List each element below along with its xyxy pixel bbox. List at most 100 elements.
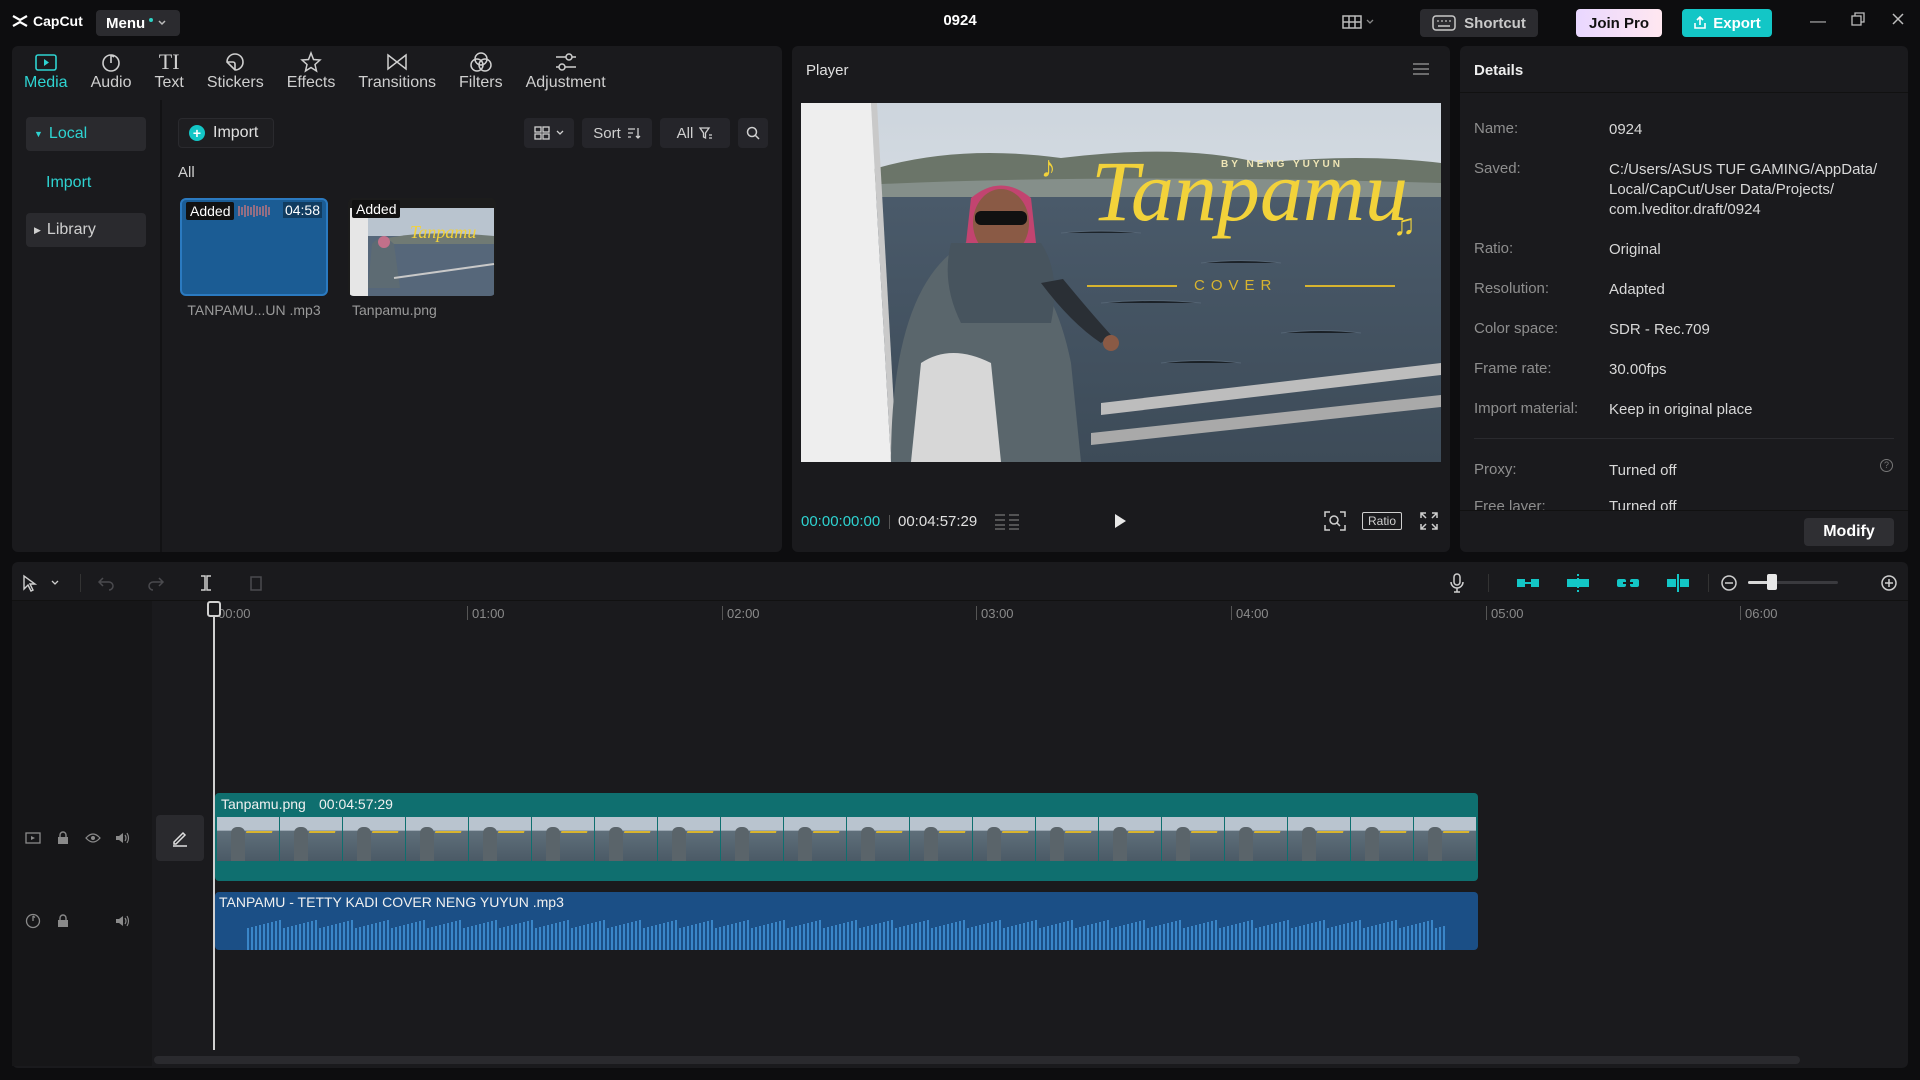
view-mode-button[interactable] bbox=[524, 118, 574, 148]
layout-button[interactable] bbox=[1342, 12, 1382, 32]
zoom-fit-button[interactable] bbox=[1324, 511, 1346, 534]
select-tool-button[interactable] bbox=[18, 571, 42, 595]
waveform-bar bbox=[895, 928, 897, 950]
delete-button[interactable] bbox=[244, 571, 268, 595]
waveform-bar bbox=[847, 922, 849, 950]
cover-button[interactable] bbox=[156, 815, 204, 861]
detail-value-ratio: Original bbox=[1609, 241, 1661, 258]
waveform-bar bbox=[527, 921, 529, 950]
waveform-bar bbox=[671, 921, 673, 950]
waveform-bar bbox=[1311, 923, 1313, 950]
waveform-bar bbox=[399, 926, 401, 950]
video-preview[interactable]: BY NENG YUYUN Tanpamu COVER ♪ ♫ bbox=[801, 103, 1441, 462]
tab-media[interactable]: Media bbox=[24, 46, 68, 100]
redo-button[interactable] bbox=[144, 571, 168, 595]
linkage-button[interactable] bbox=[1616, 571, 1640, 595]
zoom-in-icon bbox=[1881, 575, 1897, 591]
waveform-bar bbox=[555, 923, 557, 950]
sidebar-item-library[interactable]: ▶ Library bbox=[26, 213, 146, 247]
mute-track-button[interactable] bbox=[114, 912, 132, 930]
audio-clip[interactable]: TANPAMU - TETTY KADI COVER NENG YUYUN .m… bbox=[215, 892, 1478, 950]
waveform-bar bbox=[891, 920, 893, 950]
media-item-image[interactable]: Tanpamu Added bbox=[348, 198, 496, 296]
sidebar-item-local[interactable]: ▼ Local bbox=[26, 117, 146, 151]
lock-track-button[interactable] bbox=[54, 829, 72, 847]
select-tool-dropdown[interactable] bbox=[48, 571, 62, 595]
filmstrip-figure bbox=[1428, 827, 1442, 861]
menu-button[interactable]: Menu bbox=[96, 10, 180, 36]
playhead-handle[interactable] bbox=[207, 601, 221, 617]
fullscreen-button[interactable] bbox=[1420, 512, 1438, 533]
magnet-main-track-button[interactable] bbox=[1516, 571, 1540, 595]
tab-audio[interactable]: Audio bbox=[91, 46, 132, 100]
lock-track-button[interactable] bbox=[54, 912, 72, 930]
waveform-bar bbox=[1091, 924, 1093, 950]
record-audio-button[interactable] bbox=[1445, 571, 1469, 595]
media-item-audio[interactable]: Added 04:58 bbox=[180, 198, 328, 296]
search-button[interactable] bbox=[738, 118, 768, 148]
mute-track-button[interactable] bbox=[114, 829, 132, 847]
filter-all-button[interactable]: All bbox=[660, 118, 730, 148]
tab-effects[interactable]: Effects bbox=[287, 46, 335, 100]
waveform-bar bbox=[1391, 921, 1393, 950]
import-button[interactable]: + Import bbox=[178, 118, 274, 148]
filmstrip-figure bbox=[1365, 827, 1379, 861]
timeline-horizontal-scrollbar[interactable] bbox=[154, 1056, 1800, 1064]
zoom-out-button[interactable] bbox=[1717, 571, 1741, 595]
chevron-down-icon bbox=[51, 580, 59, 585]
join-pro-button[interactable]: Join Pro bbox=[1576, 9, 1662, 37]
waveform-bar bbox=[751, 928, 753, 950]
waveform-bar bbox=[391, 928, 393, 950]
waveform-bar bbox=[567, 920, 569, 950]
playhead[interactable] bbox=[213, 602, 215, 1050]
details-divider bbox=[1460, 92, 1908, 93]
sort-button[interactable]: Sort bbox=[582, 118, 652, 148]
tab-adjustment[interactable]: Adjustment bbox=[526, 46, 606, 100]
restore-button[interactable] bbox=[1848, 12, 1868, 32]
detail-key: Frame rate: bbox=[1474, 360, 1552, 377]
undo-button[interactable] bbox=[94, 571, 118, 595]
filter-icon bbox=[699, 127, 713, 140]
project-title: 0924 bbox=[943, 12, 977, 29]
waveform-bar bbox=[879, 923, 881, 950]
shortcut-button[interactable]: Shortcut bbox=[1420, 9, 1538, 37]
modify-button[interactable]: Modify bbox=[1804, 518, 1894, 546]
filmstrip-figure bbox=[1176, 827, 1190, 861]
filmstrip-figure bbox=[798, 827, 812, 861]
hide-track-button[interactable] bbox=[84, 829, 102, 847]
video-clip[interactable]: Tanpamu.png 00:04:57:29 bbox=[215, 793, 1478, 881]
auto-snap-button[interactable] bbox=[1566, 571, 1590, 595]
waveform-bar bbox=[1063, 922, 1065, 950]
export-button[interactable]: Export bbox=[1682, 9, 1772, 37]
zoom-slider-handle[interactable] bbox=[1767, 574, 1777, 590]
zoom-in-button[interactable] bbox=[1877, 571, 1901, 595]
waveform-bar bbox=[1303, 925, 1305, 950]
waveform-bar bbox=[363, 926, 365, 950]
help-icon[interactable]: ? bbox=[1880, 459, 1893, 472]
player-menu-button[interactable] bbox=[1412, 62, 1430, 79]
details-clipped-row: Free layer: Turned off bbox=[1460, 496, 1908, 510]
timeline-markers-button[interactable] bbox=[993, 512, 1021, 535]
waveform-bar bbox=[731, 924, 733, 950]
filmstrip-frame bbox=[784, 817, 846, 861]
waveform-bar bbox=[275, 921, 277, 950]
split-button[interactable] bbox=[194, 571, 218, 595]
filters-icon bbox=[470, 52, 492, 72]
ratio-button[interactable]: Ratio bbox=[1362, 512, 1402, 530]
waveform-bar bbox=[639, 920, 641, 950]
tab-text[interactable]: TI Text bbox=[155, 46, 184, 100]
tab-filters[interactable]: Filters bbox=[459, 46, 503, 100]
toolbar-divider bbox=[80, 574, 81, 592]
sidebar-item-import[interactable]: Import bbox=[26, 166, 146, 200]
play-button[interactable] bbox=[1112, 512, 1128, 533]
tab-transitions[interactable]: Transitions bbox=[358, 46, 436, 100]
filmstrip-title bbox=[686, 825, 716, 833]
minimize-button[interactable]: — bbox=[1808, 12, 1828, 32]
waveform-bar bbox=[887, 921, 889, 950]
preview-axis-button[interactable] bbox=[1666, 571, 1690, 595]
filmstrip-figure bbox=[1239, 827, 1253, 861]
tab-stickers[interactable]: Stickers bbox=[207, 46, 264, 100]
filmstrip-frame bbox=[973, 817, 1035, 861]
close-button[interactable] bbox=[1888, 12, 1908, 32]
waveform-bar bbox=[339, 923, 341, 950]
